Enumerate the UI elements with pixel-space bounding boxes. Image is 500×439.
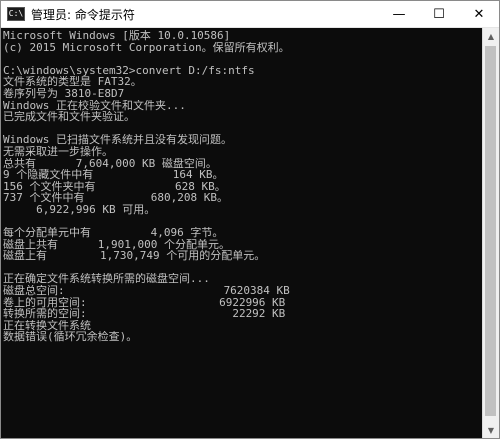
scroll-up-arrow-icon[interactable]: ▲ [483, 28, 499, 44]
window-title: 管理员: 命令提示符 [31, 7, 135, 22]
vertical-scrollbar[interactable]: ▲ ▼ [482, 28, 499, 438]
console-line: 磁盘上共有 1,901,000 个分配单元。 [3, 238, 230, 251]
minimize-button[interactable]: — [379, 1, 419, 27]
console-line: 卷上的可用空间: 6922996 KB [3, 296, 286, 309]
console-line: 正在转换文件系统 [3, 319, 91, 332]
console-line: 9 个隐藏文件中有 164 KB。 [3, 169, 224, 181]
console-line: 卷序列号为 3810-E8D7 [3, 87, 125, 100]
console-line: 每个分配单元中有 4,096 字节。 [3, 227, 224, 239]
scroll-thumb[interactable] [485, 46, 496, 416]
console-line: 6,922,996 KB 可用。 [3, 203, 156, 216]
console-line: 总共有 7,604,000 KB 磁盘空间。 [3, 157, 217, 170]
console-line: 737 个文件中有 680,208 KB。 [3, 192, 228, 204]
console-line: 156 个文件夹中有 628 KB。 [3, 180, 226, 193]
console-line: 无需采取进一步操作。 [3, 145, 113, 158]
console-line: 转换所需的空间: 22292 KB [3, 308, 286, 320]
cmd-icon: C:\ [7, 7, 25, 21]
maximize-button[interactable]: ☐ [419, 1, 459, 27]
console-line: 已完成文件和文件夹验证。 [3, 111, 135, 123]
title-bar[interactable]: C:\ 管理员: 命令提示符 — ☐ ✕ [1, 1, 499, 28]
console-line: 正在确定文件系统转换所需的磁盘空间... [3, 273, 210, 286]
console-line: 数据错误(循环冗余检查)。 [3, 331, 138, 344]
console-line: Windows 正在校验文件和文件夹... [3, 99, 186, 112]
console-line: 磁盘上有 1,730,749 个可用的分配单元。 [3, 250, 266, 262]
window-controls: — ☐ ✕ [379, 1, 499, 27]
console-line: (c) 2015 Microsoft Corporation。保留所有权利。 [3, 41, 290, 54]
console-line: 磁盘总空间: 7620384 KB [3, 285, 290, 297]
console-line: 文件系统的类型是 FAT32。 [3, 76, 142, 88]
close-button[interactable]: ✕ [459, 1, 499, 27]
console-line: Windows 已扫描文件系统并且没有发现问题。 [3, 134, 232, 146]
scroll-down-arrow-icon[interactable]: ▼ [483, 422, 499, 438]
console-line: Microsoft Windows [版本 10.0.10586] [3, 30, 231, 42]
command-prompt-window: C:\ 管理员: 命令提示符 — ☐ ✕ Microsoft Windows [… [0, 0, 500, 439]
console-line: C:\windows\system32>convert D:/fs:ntfs [3, 64, 255, 77]
console-output[interactable]: Microsoft Windows [版本 10.0.10586] (c) 201… [1, 28, 483, 438]
